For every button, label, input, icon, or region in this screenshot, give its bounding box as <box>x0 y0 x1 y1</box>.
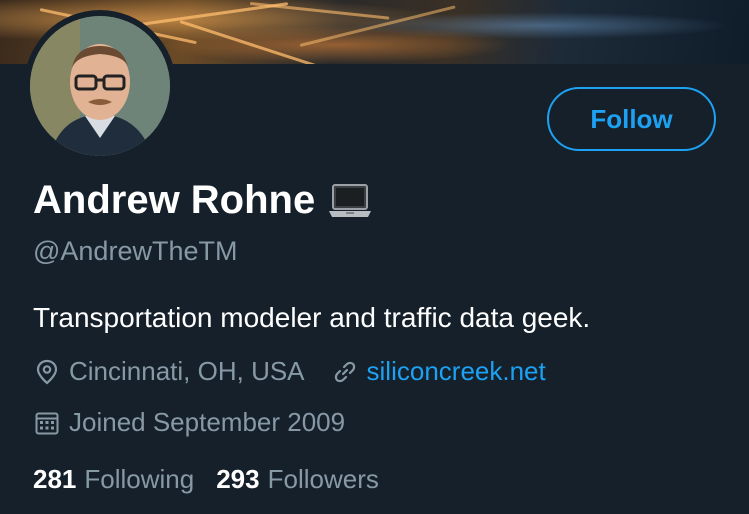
profile-joined-row: Joined September 2009 <box>33 407 345 438</box>
following-stat[interactable]: 281 Following <box>33 464 194 495</box>
avatar-photo <box>30 16 170 156</box>
calendar-icon <box>33 409 61 437</box>
follow-button[interactable]: Follow <box>547 87 716 151</box>
profile-stats: 281 Following 293 Followers <box>33 464 379 495</box>
followers-count: 293 <box>216 464 260 494</box>
location-text: Cincinnati, OH, USA <box>69 356 305 386</box>
link-icon <box>331 358 359 386</box>
map-pin-icon <box>33 358 61 386</box>
followers-label: Followers <box>267 464 379 494</box>
following-label: Following <box>84 464 195 494</box>
display-name: Andrew Rohne <box>33 178 316 222</box>
name-row: Andrew Rohne <box>33 178 373 223</box>
user-handle: @AndrewTheTM <box>33 236 238 266</box>
profile-bio: Transportation modeler and traffic data … <box>33 302 591 333</box>
website-link[interactable]: siliconcreek.net <box>367 356 546 387</box>
profile-meta-row: Cincinnati, OH, USA siliconcreek.net <box>33 356 546 387</box>
laptop-icon <box>327 183 373 219</box>
profile-avatar[interactable] <box>24 10 176 162</box>
following-count: 281 <box>33 464 77 494</box>
joined-date: Joined September 2009 <box>69 407 346 437</box>
followers-stat[interactable]: 293 Followers <box>216 464 379 495</box>
